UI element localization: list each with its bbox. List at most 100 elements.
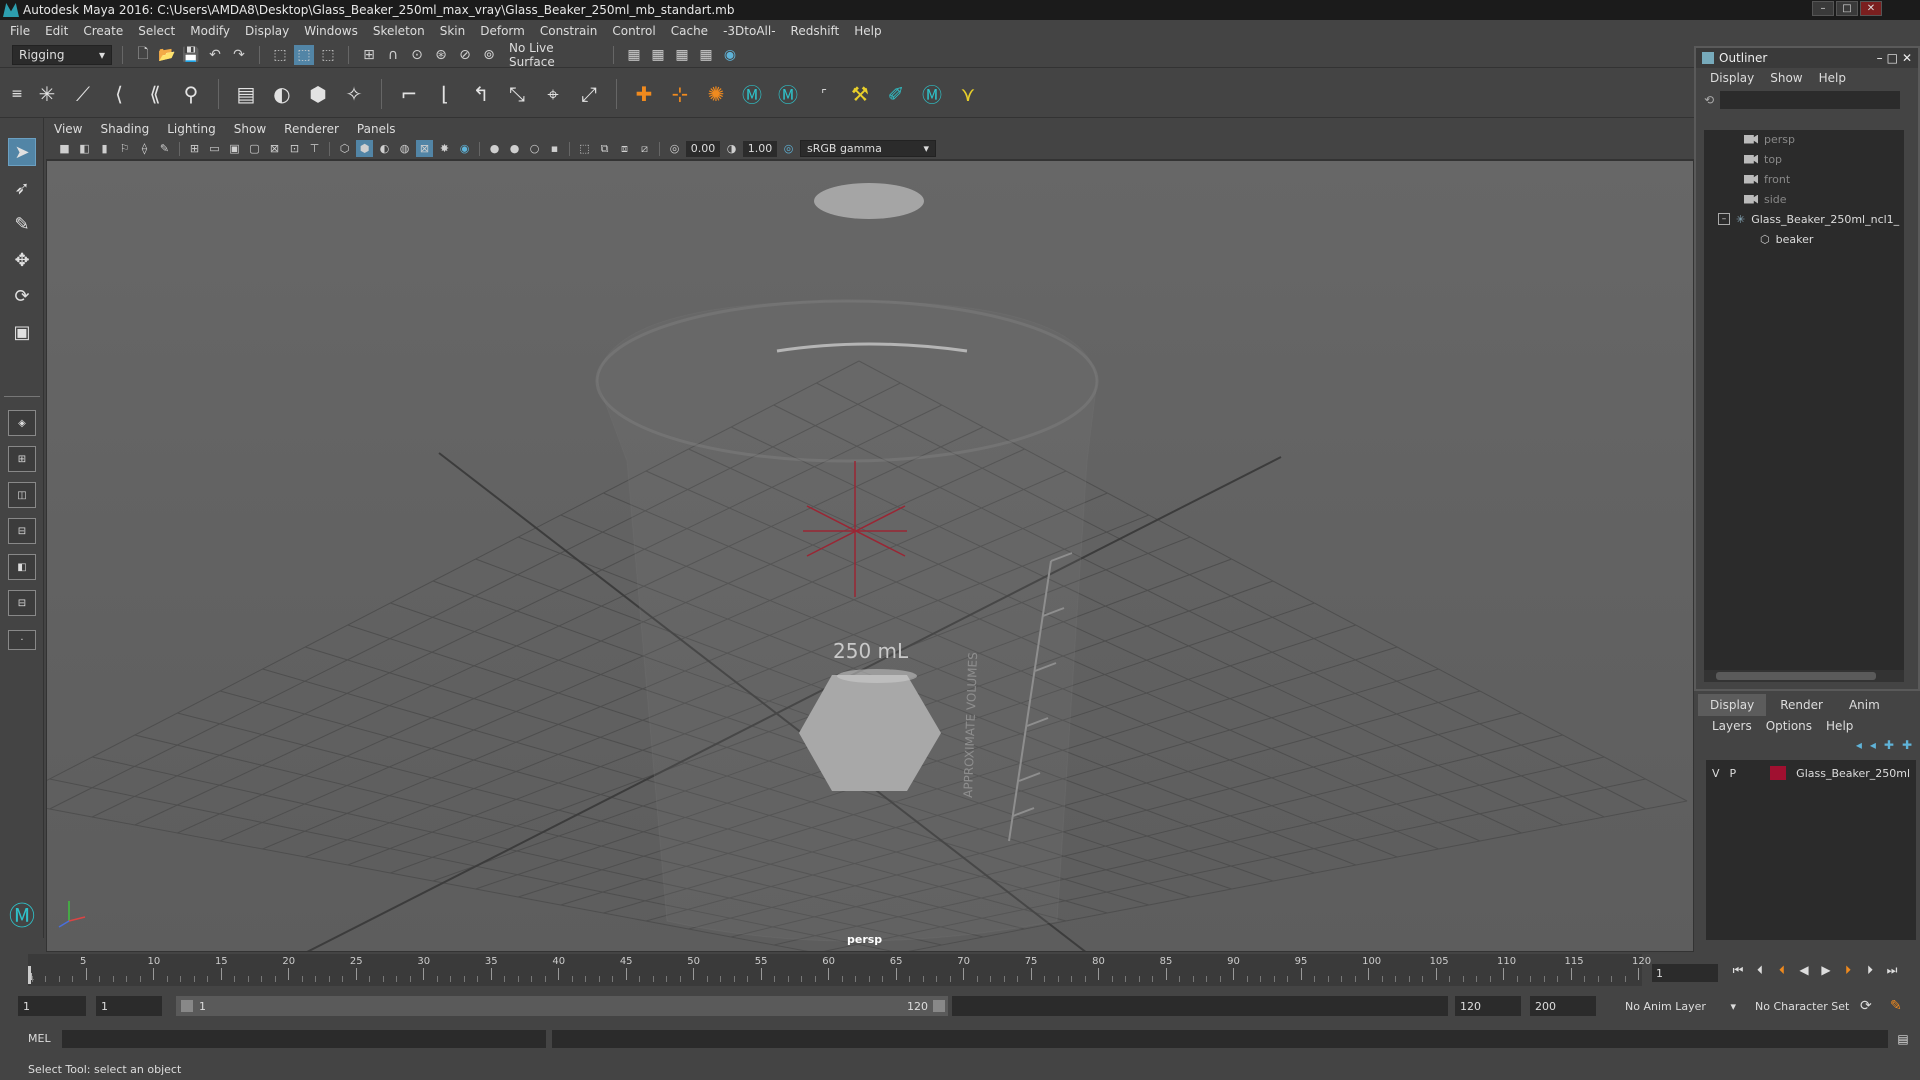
menu-3dtoall[interactable]: -3DtoAll- <box>723 24 775 38</box>
exposure-field[interactable]: 0.00 <box>686 140 720 157</box>
snap-view-icon[interactable]: ⊛ <box>431 45 451 65</box>
outliner-close-button[interactable]: ✕ <box>1902 51 1912 65</box>
gamma-field[interactable]: 1.00 <box>743 140 777 157</box>
menu-file[interactable]: File <box>10 24 30 38</box>
exposure-icon[interactable]: ◎ <box>666 140 683 157</box>
step-back-frame-icon[interactable]: ⏴ <box>1752 962 1768 978</box>
panel-menu-renderer[interactable]: Renderer <box>284 122 339 136</box>
range-bar[interactable]: 1 120 <box>176 996 948 1016</box>
dynamics-icon[interactable]: ⋎ <box>953 79 983 109</box>
textured-icon[interactable]: ◍ <box>396 140 413 157</box>
play-backwards-icon[interactable]: ◀ <box>1796 962 1812 978</box>
rotate-tool-icon[interactable]: ⟳ <box>8 282 36 310</box>
ipr-render-icon[interactable]: ▦ <box>648 45 668 65</box>
skin-tool-icon[interactable]: ⚒ <box>845 79 875 109</box>
joint-tool-icon[interactable]: ✳ <box>32 79 62 109</box>
snap-live-icon[interactable]: ⊚ <box>479 45 499 65</box>
layout-options-icon[interactable]: · <box>8 630 36 650</box>
select-object-icon[interactable]: ⬚ <box>294 44 314 65</box>
lattice-icon[interactable]: ⬢ <box>303 79 333 109</box>
motion-blur-icon[interactable]: ● <box>506 140 523 157</box>
range-end-handle[interactable] <box>933 1000 945 1012</box>
bind-skin-icon[interactable]: ▤ <box>231 79 261 109</box>
outliner-horizontal-scrollbar[interactable] <box>1704 670 1904 682</box>
menu-skin[interactable]: Skin <box>440 24 466 38</box>
menu-deform[interactable]: Deform <box>480 24 525 38</box>
layer-row[interactable]: V P Glass_Beaker_250ml <box>1706 764 1916 782</box>
anim-preferences-icon[interactable]: ✎ <box>1890 998 1902 1014</box>
select-camera-icon[interactable]: ■ <box>56 140 73 157</box>
camera-attributes-icon[interactable]: ◧ <box>76 140 93 157</box>
point-constraint-icon[interactable]: ✚ <box>629 79 659 109</box>
ambient-occlusion-icon[interactable]: ● <box>486 140 503 157</box>
outliner-item-group[interactable]: – ✳ Glass_Beaker_250ml_ncl1_ <box>1718 210 1899 228</box>
menu-skeleton[interactable]: Skeleton <box>373 24 425 38</box>
two-side-layout-icon[interactable]: ◫ <box>8 482 36 508</box>
menu-set-dropdown[interactable]: Rigging ▾ <box>12 44 112 65</box>
panel-menu-view[interactable]: View <box>54 122 82 136</box>
command-language-label[interactable]: MEL <box>28 1032 51 1045</box>
maximize-button[interactable]: □ <box>1836 1 1858 16</box>
menu-select[interactable]: Select <box>138 24 175 38</box>
layer-menu-options[interactable]: Options <box>1766 719 1812 733</box>
render-view-icon[interactable]: ◉ <box>720 45 740 65</box>
filter-icon[interactable]: ⟲ <box>1704 93 1714 107</box>
snap-curve-icon[interactable]: ∩ <box>383 45 403 65</box>
minimize-button[interactable]: – <box>1812 1 1834 16</box>
redo-icon[interactable]: ↷ <box>229 45 249 65</box>
image-plane-icon[interactable]: ⚐ <box>116 140 133 157</box>
new-scene-icon[interactable]: 🗋 <box>133 45 153 65</box>
layer-color-swatch[interactable] <box>1770 766 1787 780</box>
menu-windows[interactable]: Windows <box>304 24 358 38</box>
shadows-icon[interactable]: ◉ <box>456 140 473 157</box>
cv-curve-icon[interactable]: ⌐ <box>394 79 424 109</box>
field-chart-icon[interactable]: ⊠ <box>266 140 283 157</box>
empty-slot-icon[interactable]: ⌜ <box>809 79 839 109</box>
layer-menu-help[interactable]: Help <box>1826 719 1853 733</box>
snap-grid-icon[interactable]: ⊞ <box>359 45 379 65</box>
outliner-menu-show[interactable]: Show <box>1770 71 1802 85</box>
ik-handle-icon[interactable]: ⟋ <box>68 79 98 109</box>
outliner-item-top[interactable]: top <box>1744 150 1782 168</box>
select-component-icon[interactable]: ⬚ <box>318 45 338 65</box>
go-to-end-icon[interactable]: ⏭ <box>1884 962 1900 978</box>
color-management-icon[interactable]: ◎ <box>780 140 797 157</box>
resolution-gate-icon[interactable]: ▣ <box>226 140 243 157</box>
sculpt-icon[interactable]: ⤢ <box>574 79 604 109</box>
paint-weights-icon[interactable]: ◐ <box>267 79 297 109</box>
move-tool-icon[interactable]: ✥ <box>8 246 36 274</box>
panel-menu-panels[interactable]: Panels <box>357 122 396 136</box>
menu-control[interactable]: Control <box>612 24 655 38</box>
grid-icon[interactable]: ⊞ <box>186 140 203 157</box>
backface-icon[interactable]: ⧄ <box>636 140 653 157</box>
safe-title-icon[interactable]: ⊤ <box>306 140 323 157</box>
save-scene-icon[interactable]: 💾 <box>181 45 201 65</box>
playback-start-field[interactable]: 1 <box>96 996 162 1016</box>
aim-constraint-icon[interactable]: ⊹ <box>665 79 695 109</box>
new-layer-selected-icon[interactable]: ✚ <box>1902 738 1912 752</box>
menu-help[interactable]: Help <box>854 24 881 38</box>
menu-display[interactable]: Display <box>245 24 289 38</box>
outliner-item-persp[interactable]: persp <box>1744 130 1795 148</box>
character-set-dropdown[interactable]: No Character Set <box>1750 996 1874 1016</box>
tab-display[interactable]: Display <box>1698 694 1767 716</box>
render-frame-icon[interactable]: ▦ <box>624 45 644 65</box>
xray-icon[interactable]: ⊠ <box>416 140 433 157</box>
hypershade-icon[interactable]: ▦ <box>696 45 716 65</box>
smooth-shade-icon[interactable]: ⬢ <box>356 140 373 157</box>
panel-menu-lighting[interactable]: Lighting <box>167 122 216 136</box>
menu-redshift[interactable]: Redshift <box>791 24 840 38</box>
menu-edit[interactable]: Edit <box>45 24 68 38</box>
orient-constraint-icon[interactable]: ✺ <box>701 79 731 109</box>
persp-graph-layout-icon[interactable]: ⊟ <box>8 590 36 616</box>
set-key-icon[interactable]: Ⓜ <box>737 79 767 109</box>
gate-mask-icon[interactable]: ▢ <box>246 140 263 157</box>
live-surface-field[interactable]: No Live Surface <box>503 41 603 69</box>
humanik-icon[interactable]: ⚲ <box>176 79 206 109</box>
layer-visibility-toggle[interactable]: V <box>1712 767 1720 780</box>
outliner-menu-display[interactable]: Display <box>1710 71 1754 85</box>
lights-icon[interactable]: ✸ <box>436 140 453 157</box>
ik-spline-icon[interactable]: ⟨ <box>104 79 134 109</box>
insert-joint-icon[interactable]: ⟪ <box>140 79 170 109</box>
auto-key-icon[interactable]: ⟳ <box>1860 998 1872 1014</box>
